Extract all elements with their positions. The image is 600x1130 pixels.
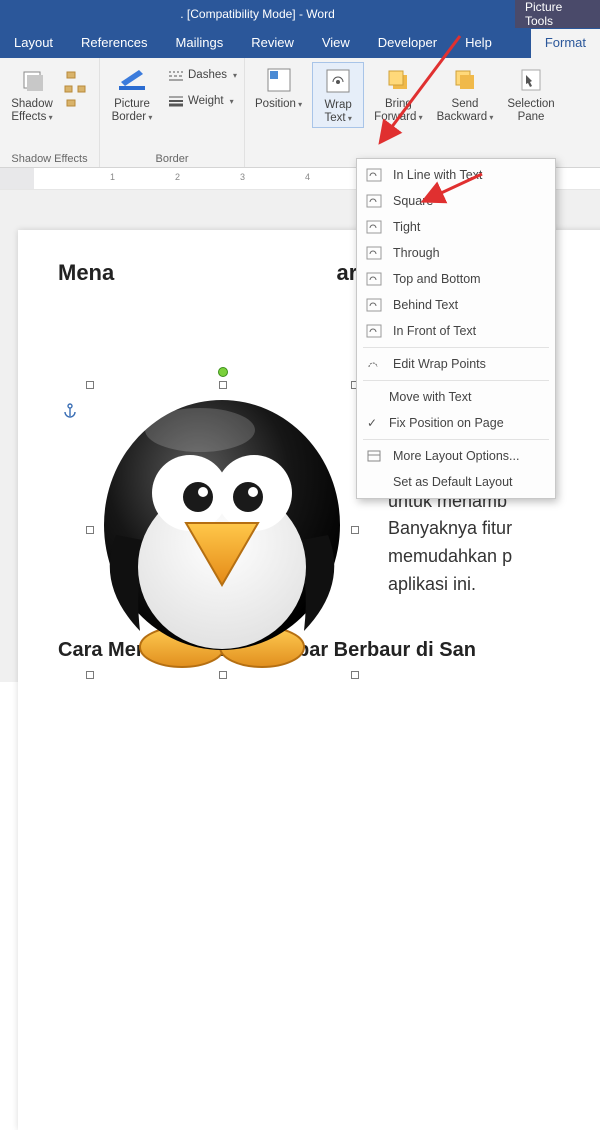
top-bottom-icon [365,271,383,287]
position-button[interactable]: Position [251,62,306,113]
group-arrange: Position Wrap Text Bring Forward Send Ba… [245,58,600,167]
picture-tools-contextual-tab: Picture Tools [515,0,600,28]
shadow-effects-button[interactable]: Shadow Effects [6,62,58,126]
through-icon [365,245,383,261]
resize-handle[interactable] [351,671,359,679]
nudge-up-icon[interactable] [64,70,86,80]
bring-forward-icon [382,64,414,96]
rotate-handle[interactable] [218,367,228,377]
tab-view[interactable]: View [308,29,364,58]
shadow-effects-icon [16,64,48,96]
selection-pane-icon [515,64,547,96]
menu-set-as-default-layout[interactable]: Set as Default Layout [357,469,555,495]
penguin-image [90,385,355,675]
pen-icon [116,64,148,96]
menu-behind-text[interactable]: Behind Text [357,292,555,318]
resize-handle[interactable] [86,671,94,679]
menu-through[interactable]: Through [357,240,555,266]
edit-wrap-points-icon [365,356,383,372]
anchor-icon [62,403,78,419]
selection-pane-button[interactable]: Selection Pane [503,62,558,126]
wrap-text-button[interactable]: Wrap Text [312,62,364,128]
square-icon [365,193,383,209]
tab-references[interactable]: References [67,29,161,58]
tab-developer[interactable]: Developer [364,29,451,58]
position-icon [263,64,295,96]
ribbon-tabs: Layout References Mailings Review View D… [0,28,600,58]
check-icon [365,390,379,404]
more-layout-icon [365,448,383,464]
dashes-button[interactable]: Dashes [164,64,241,86]
menu-fix-position-on-page[interactable]: ✓ Fix Position on Page [357,410,555,436]
menu-square[interactable]: Square [357,188,555,214]
picture-border-button[interactable]: Picture Border [106,62,158,126]
resize-handle[interactable] [219,671,227,679]
ribbon: Shadow Effects Shadow Effects Picture Bo… [0,58,600,168]
tab-layout[interactable]: Layout [0,29,67,58]
send-backward-icon [449,64,481,96]
resize-handle[interactable] [351,526,359,534]
menu-edit-wrap-points[interactable]: Edit Wrap Points [357,351,555,377]
tab-mailings[interactable]: Mailings [162,29,238,58]
menu-more-layout-options[interactable]: More Layout Options... [357,443,555,469]
behind-text-icon [365,297,383,313]
nudge-left-icon[interactable] [64,84,74,94]
resize-handle[interactable] [219,381,227,389]
wrap-text-menu: In Line with Text Square Tight Through T… [356,158,556,499]
check-icon: ✓ [365,416,379,430]
resize-handle[interactable] [86,526,94,534]
menu-move-with-text[interactable]: Move with Text [357,384,555,410]
front-text-icon [365,323,383,339]
wrap-text-icon [322,65,354,97]
weight-button[interactable]: Weight [164,90,241,112]
nudge-down-icon[interactable] [64,98,86,108]
resize-handle[interactable] [86,381,94,389]
menu-in-front-of-text[interactable]: In Front of Text [357,318,555,344]
selected-picture[interactable] [90,385,355,675]
send-backward-button[interactable]: Send Backward [433,62,498,126]
weight-icon [168,93,184,109]
tight-icon [365,219,383,235]
nudge-right-icon[interactable] [76,84,86,94]
title-bar: . [Compatibility Mode] - Word [0,0,515,28]
menu-tight[interactable]: Tight [357,214,555,240]
tab-help[interactable]: Help [451,29,506,58]
tab-review[interactable]: Review [237,29,308,58]
bring-forward-button[interactable]: Bring Forward [370,62,426,126]
window-title: . [Compatibility Mode] - Word [0,7,515,21]
menu-inline-with-text[interactable]: In Line with Text [357,162,555,188]
menu-top-and-bottom[interactable]: Top and Bottom [357,266,555,292]
group-border: Picture Border Dashes Weight Border [100,58,245,167]
tab-format[interactable]: Format [531,29,600,58]
dashes-icon [168,67,184,83]
group-shadow-effects: Shadow Effects Shadow Effects [0,58,100,167]
inline-icon [365,167,383,183]
